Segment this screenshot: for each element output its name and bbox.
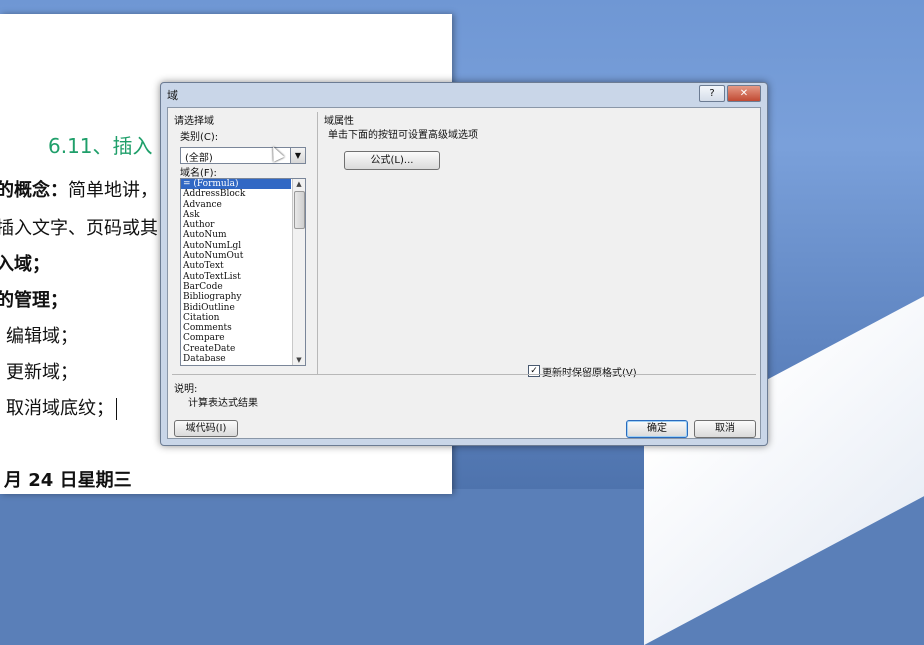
text-cursor: [116, 398, 117, 420]
field-list-item[interactable]: Advance: [181, 200, 291, 210]
scroll-thumb[interactable]: [294, 191, 305, 229]
description-text: 计算表达式结果: [188, 398, 258, 409]
field-list-item[interactable]: Bibliography: [181, 292, 291, 302]
field-list-item[interactable]: BarCode: [181, 282, 291, 292]
cancel-button[interactable]: 取消: [694, 420, 756, 438]
preserve-format-checkbox[interactable]: ✓: [528, 365, 540, 377]
doc-line-2: 插入文字、页码或其: [0, 214, 158, 240]
field-list-item[interactable]: Author: [181, 220, 291, 230]
field-list-item[interactable]: AutoNumLgl: [181, 241, 291, 251]
field-list-item[interactable]: AddressBlock: [181, 189, 291, 199]
doc-line-1-bold: 的概念：: [0, 180, 68, 201]
field-list-item[interactable]: Ask: [181, 210, 291, 220]
field-dialog[interactable]: 域 ? ✕ 请选择域 类别(C): (全部) ▼ 域名(F): = (Formu…: [160, 82, 768, 446]
dialog-title: 域: [167, 89, 178, 102]
preserve-format-label[interactable]: 更新时保留原格式(V): [542, 364, 637, 379]
hint-text: 单击下面的按钮可设置高级域选项: [328, 130, 478, 141]
doc-heading: 6.11、插入: [48, 134, 153, 158]
description-label: 说明:: [174, 384, 198, 395]
field-names-list[interactable]: = (Formula) AddressBlock Advance Ask Author A…: [180, 178, 306, 366]
choose-field-label: 请选择域: [174, 116, 214, 127]
dialog-client-area: 请选择域 类别(C): (全部) ▼ 域名(F): = (Formula) Add…: [167, 107, 761, 439]
field-list-item[interactable]: Citation: [181, 313, 291, 323]
doc-line-1: 的概念：简单地讲，: [0, 176, 158, 202]
field-list-item[interactable]: AutoNumOut: [181, 251, 291, 261]
doc-line-6: 更新域；: [6, 362, 78, 383]
field-list-item[interactable]: BidiOutline: [181, 303, 291, 313]
doc-line-5: 编辑域；: [6, 326, 78, 347]
scroll-down-icon[interactable]: ▼: [293, 355, 305, 365]
field-codes-button[interactable]: 域代码(I): [174, 420, 238, 437]
ok-button[interactable]: 确定: [626, 420, 688, 438]
horizontal-divider: [172, 374, 756, 375]
field-list-item[interactable]: AutoTextList: [181, 272, 291, 282]
list-scrollbar[interactable]: ▲ ▼: [292, 179, 305, 365]
doc-line-4: 的管理；: [0, 290, 68, 311]
doc-line-7-text: 取消域底纹；: [6, 398, 114, 419]
field-list-item[interactable]: AutoNum: [181, 230, 291, 240]
field-list-item[interactable]: Compare: [181, 333, 291, 343]
category-label: 类别(C):: [180, 132, 219, 143]
formula-button[interactable]: 公式(L)...: [344, 151, 440, 170]
close-button[interactable]: ✕: [727, 85, 761, 102]
field-list-item[interactable]: = (Formula): [181, 179, 291, 190]
doc-line-3: 入域；: [0, 254, 50, 275]
category-combo[interactable]: (全部) ▼: [180, 147, 306, 164]
doc-line-1-text: 简单地讲，: [68, 180, 158, 201]
vertical-divider: [317, 112, 318, 374]
field-list-item[interactable]: Database: [181, 354, 291, 364]
category-value: (全部): [185, 153, 213, 164]
chevron-down-icon[interactable]: ▼: [290, 147, 306, 164]
dialog-titlebar[interactable]: 域 ? ✕: [161, 83, 767, 105]
field-list-item[interactable]: CreateDate: [181, 344, 291, 354]
field-names-label: 域名(F):: [180, 168, 217, 179]
field-list-item[interactable]: Comments: [181, 323, 291, 333]
scroll-up-icon[interactable]: ▲: [293, 179, 305, 189]
field-list-item[interactable]: AutoText: [181, 261, 291, 271]
field-properties-label: 域属性: [324, 116, 354, 127]
help-button[interactable]: ?: [699, 85, 725, 102]
doc-date-line: 月 24 日星期三: [4, 470, 132, 491]
doc-line-2-text: 插入文字、页码或其: [0, 218, 158, 239]
field-names-items: = (Formula) AddressBlock Advance Ask Author A…: [181, 179, 291, 364]
doc-line-7: 取消域底纹；: [6, 394, 117, 420]
